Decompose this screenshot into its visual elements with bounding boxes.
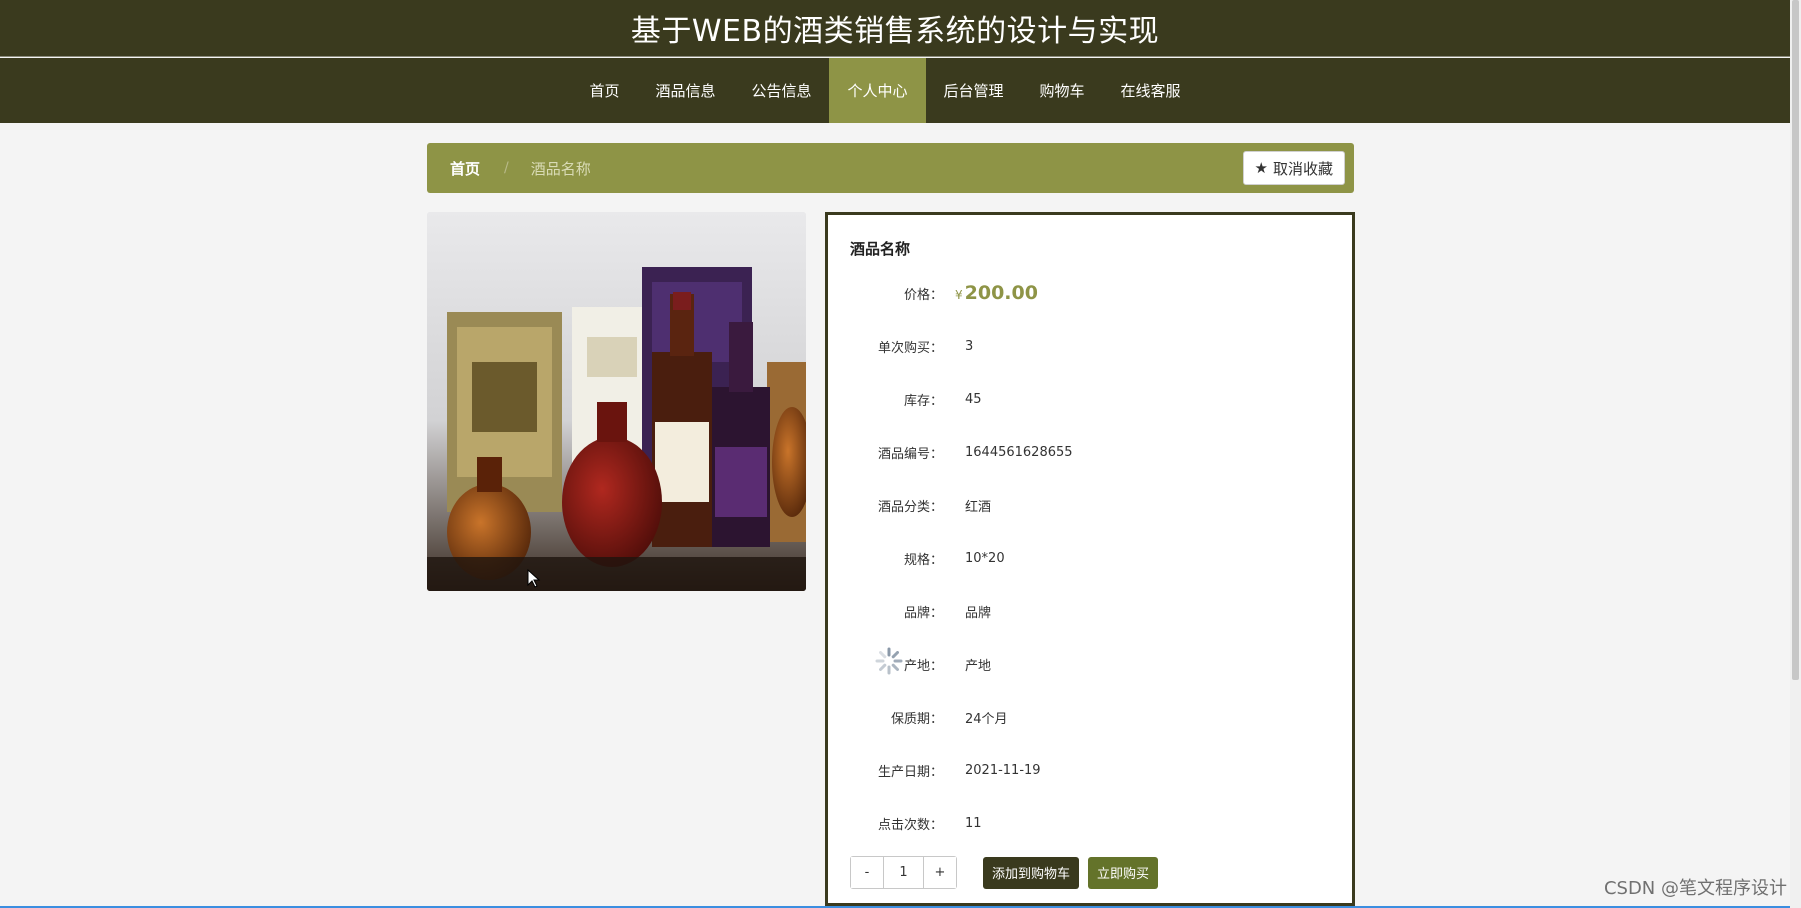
product-name: 酒品名称 — [850, 240, 911, 258]
star-icon: ★ — [1254, 159, 1268, 177]
quantity-increase-button[interactable]: + — [924, 857, 956, 888]
price-label: 价格： — [903, 287, 943, 303]
nav-item-home[interactable]: 首页 — [571, 58, 637, 123]
field-label: 单次购买： — [877, 340, 943, 356]
field-value: 45 — [965, 391, 982, 407]
field-value: 24个月 — [965, 711, 1008, 727]
quantity-decrease-button[interactable]: - — [851, 857, 883, 888]
field-row: 规格： 10*20 — [828, 548, 1352, 568]
field-value: 2021-11-19 — [965, 762, 1041, 778]
add-to-cart-button[interactable]: 添加到购物车 — [983, 856, 1080, 889]
watermark: CSDN @笔文程序设计 — [1603, 878, 1787, 899]
field-value: 产地 — [965, 658, 992, 674]
field-value: 品牌 — [965, 605, 992, 621]
product-image — [427, 212, 806, 591]
mouse-cursor-icon — [527, 569, 541, 588]
unfavorite-button[interactable]: ★ 取消收藏 — [1242, 151, 1345, 185]
price-amount: 200.00 — [964, 282, 1038, 304]
vertical-scrollbar[interactable] — [1790, 0, 1801, 908]
quantity-input[interactable] — [883, 857, 924, 888]
main-nav: 首页 酒品信息 公告信息 个人中心 后台管理 购物车 在线客服 — [0, 58, 1790, 123]
buy-now-button[interactable]: 立即购买 — [1088, 856, 1159, 889]
breadcrumb-home-link[interactable]: 首页 — [450, 158, 480, 179]
breadcrumb: 首页 / 酒品名称 ★ 取消收藏 — [427, 143, 1354, 193]
nav-item-customer-service[interactable]: 在线客服 — [1103, 58, 1199, 123]
field-label: 品牌： — [903, 605, 943, 621]
field-label: 规格： — [903, 552, 943, 568]
loading-spinner-icon — [875, 647, 903, 675]
field-row: 单次购买： 3 — [828, 336, 1352, 356]
price-value: ¥200.00 — [955, 282, 1038, 304]
field-label: 库存： — [903, 393, 943, 409]
breadcrumb-current: 酒品名称 — [530, 159, 591, 178]
site-header: 基于WEB的酒类销售系统的设计与实现 — [0, 0, 1790, 57]
field-row: 保质期： 24个月 — [828, 707, 1352, 727]
field-value: 1644561628655 — [965, 444, 1073, 460]
purchase-actions: - + 添加到购物车 立即购买 — [850, 856, 1159, 889]
breadcrumb-separator: / — [504, 160, 509, 176]
field-row: 酒品编号： 1644561628655 — [828, 442, 1352, 462]
field-row: 点击次数： 11 — [828, 813, 1352, 833]
nav-item-announcements[interactable]: 公告信息 — [733, 58, 829, 123]
field-value: 3 — [965, 338, 974, 354]
price-row: 价格： ¥200.00 — [828, 282, 1352, 304]
field-value: 10*20 — [965, 550, 1005, 566]
currency-symbol: ¥ — [955, 288, 963, 302]
nav-item-personal-center[interactable]: 个人中心 — [829, 58, 926, 123]
product-detail-panel: 酒品名称 价格： ¥200.00 单次购买： 3 库存： 45 酒品编号： 16… — [825, 212, 1355, 906]
field-row: 库存： 45 — [828, 389, 1352, 409]
field-value: 11 — [965, 815, 982, 831]
quantity-stepper: - + — [850, 856, 957, 889]
field-label: 保质期： — [890, 711, 943, 727]
field-label: 点击次数： — [877, 817, 943, 833]
nav-item-products[interactable]: 酒品信息 — [637, 58, 733, 123]
field-label: 酒品分类： — [877, 499, 943, 515]
nav-item-cart[interactable]: 购物车 — [1022, 58, 1103, 123]
field-label: 生产日期： — [877, 764, 943, 780]
field-row: 品牌： 品牌 — [828, 601, 1352, 621]
unfavorite-label: 取消收藏 — [1272, 159, 1333, 178]
field-row: 产地： 产地 — [828, 654, 1352, 674]
field-row: 生产日期： 2021-11-19 — [828, 760, 1352, 780]
scrollbar-thumb[interactable] — [1792, 0, 1799, 680]
field-row: 酒品分类： 红酒 — [828, 495, 1352, 515]
field-value: 红酒 — [965, 499, 992, 515]
field-label: 酒品编号： — [877, 446, 943, 462]
site-title: 基于WEB的酒类销售系统的设计与实现 — [630, 14, 1160, 49]
liquor-bottles-image — [427, 212, 806, 591]
nav-item-admin[interactable]: 后台管理 — [926, 58, 1022, 123]
